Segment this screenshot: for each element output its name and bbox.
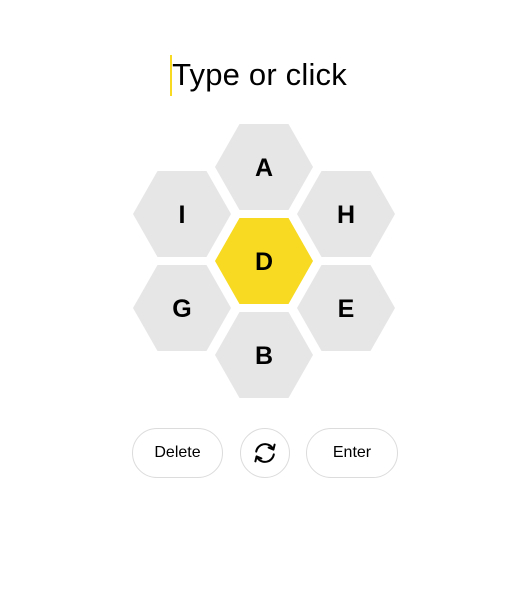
- hive-cell-bottom-letter: B: [255, 342, 273, 370]
- shuffle-icon: [251, 439, 279, 467]
- hive-cell-bottom-right-letter: E: [338, 295, 355, 323]
- hive-cell-bottom-right[interactable]: E: [297, 265, 395, 351]
- hive-cell-bottom[interactable]: B: [215, 312, 313, 398]
- enter-button[interactable]: Enter: [306, 428, 398, 478]
- delete-button[interactable]: Delete: [132, 428, 223, 478]
- hive-cell-top-left[interactable]: I: [133, 171, 231, 257]
- hive-cell-top-left-letter: I: [179, 201, 186, 229]
- shuffle-button[interactable]: [240, 428, 290, 478]
- hive: D A H E B G I: [133, 124, 395, 398]
- hive-cell-top[interactable]: A: [215, 124, 313, 210]
- hive-cell-top-right-letter: H: [337, 201, 355, 229]
- controls: Delete Enter: [0, 428, 518, 478]
- hive-cell-center[interactable]: D: [215, 218, 313, 304]
- hive-cell-bottom-left[interactable]: G: [133, 265, 231, 351]
- hive-cell-top-right[interactable]: H: [297, 171, 395, 257]
- hive-cell-bottom-left-letter: G: [172, 295, 191, 323]
- hive-cell-top-letter: A: [255, 154, 273, 182]
- hive-cell-center-letter: D: [255, 248, 273, 276]
